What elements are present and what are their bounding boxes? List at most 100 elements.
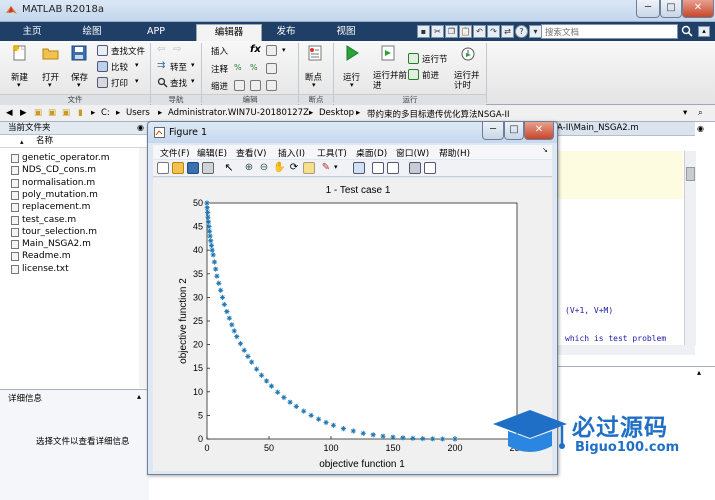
editor-file-tab[interactable]: A-II\Main_NSGA2.m: [555, 122, 695, 136]
quick-switch-icon[interactable]: ⇄: [501, 25, 514, 38]
quick-undo-icon[interactable]: ↶: [473, 25, 486, 38]
compare-button[interactable]: 比较 ▾: [97, 61, 147, 73]
data-point[interactable]: [410, 435, 416, 441]
menu-file[interactable]: 文件(F): [160, 146, 190, 159]
forward-icon[interactable]: ▶: [20, 108, 27, 118]
data-point[interactable]: [206, 224, 212, 230]
file-list-item[interactable]: Readme.m: [11, 250, 71, 262]
data-point[interactable]: [214, 273, 220, 279]
minimize-button[interactable]: ─: [636, 0, 660, 18]
menu-edit[interactable]: 编辑(E): [197, 146, 227, 159]
editor-menu-icon[interactable]: ◉: [697, 124, 704, 133]
data-point[interactable]: [420, 436, 426, 442]
tab-publish[interactable]: 发布: [260, 24, 312, 41]
new-folder-icon[interactable]: ▣: [34, 108, 42, 118]
file-list-item[interactable]: tour_selection.m: [11, 226, 97, 238]
comment-icon[interactable]: %: [234, 63, 245, 74]
quick-paste-icon[interactable]: 📋: [459, 25, 472, 38]
editor-horizontal-scrollbar[interactable]: [555, 345, 695, 355]
zoom-in-icon[interactable]: ⊕: [243, 162, 255, 174]
run-and-time-button[interactable]: 运行并计时: [454, 45, 482, 91]
data-point[interactable]: [210, 252, 216, 258]
wrap-comments-icon[interactable]: [266, 63, 277, 74]
quick-help-icon[interactable]: ?: [515, 25, 528, 38]
open-button[interactable]: 打开 ▾: [40, 45, 62, 90]
data-point[interactable]: [440, 436, 446, 442]
data-point[interactable]: [390, 434, 396, 440]
figure-close-button[interactable]: ✕: [524, 122, 554, 140]
find-button[interactable]: 查找 ▾: [157, 77, 197, 89]
brush-dropdown-icon[interactable]: ▾: [334, 162, 342, 174]
insert-dropdown-icon[interactable]: ▾: [282, 46, 286, 54]
menu-desktop[interactable]: 桌面(D): [356, 146, 387, 159]
code-line[interactable]: which is test problem: [565, 334, 666, 343]
decrease-indent-icon[interactable]: [266, 80, 277, 91]
data-point[interactable]: [213, 266, 219, 272]
data-point[interactable]: [430, 436, 436, 442]
figure-maximize-button[interactable]: □: [504, 122, 524, 140]
legend-icon[interactable]: [387, 162, 399, 174]
breadcrumb-drive[interactable]: C:: [101, 108, 110, 118]
find-files-button[interactable]: 查找文件: [97, 45, 147, 57]
menu-dock-icon[interactable]: ↘: [542, 146, 548, 154]
browse-folder-icon[interactable]: ▣: [62, 108, 70, 118]
tab-apps[interactable]: APP: [128, 24, 184, 41]
indent-button[interactable]: 缩进: [211, 80, 228, 92]
run-and-advance-button[interactable]: 运行并前进: [373, 45, 407, 91]
data-point[interactable]: [204, 205, 210, 211]
insert-button[interactable]: 插入: [211, 45, 228, 57]
increase-indent-icon[interactable]: [250, 80, 261, 91]
data-point[interactable]: [218, 287, 224, 293]
data-point[interactable]: [452, 436, 458, 442]
print-figure-icon[interactable]: [202, 162, 214, 174]
breakpoints-button[interactable]: 断点 ▾: [303, 45, 327, 90]
run-section-button[interactable]: 运行节: [408, 53, 452, 65]
figure-minimize-button[interactable]: ─: [482, 122, 504, 140]
file-list-item[interactable]: license.txt: [11, 263, 69, 275]
tab-view[interactable]: 视图: [320, 24, 372, 41]
file-list-item[interactable]: genetic_operator.m: [11, 152, 109, 164]
address-dropdown-icon[interactable]: ▾: [683, 108, 687, 118]
open-file-icon[interactable]: [172, 162, 184, 174]
show-plot-tools-icon[interactable]: [424, 162, 436, 174]
data-point[interactable]: [205, 214, 211, 220]
search-documentation-input[interactable]: [541, 24, 678, 39]
quick-save-icon[interactable]: ▪: [417, 25, 430, 38]
data-point[interactable]: [237, 341, 244, 347]
goto-button[interactable]: ⇉ 转至 ▾: [157, 61, 197, 74]
new-figure-icon[interactable]: [157, 162, 169, 174]
advance-button[interactable]: 前进: [408, 69, 452, 81]
insert-variable-icon[interactable]: [266, 45, 277, 56]
quick-redo-icon[interactable]: ↷: [487, 25, 500, 38]
back-arrow-icon[interactable]: ⇦: [157, 45, 168, 56]
file-list-item[interactable]: NDS_CD_cons.m: [11, 164, 96, 176]
colorbar-icon[interactable]: [372, 162, 384, 174]
run-button[interactable]: 运行 ▾: [339, 45, 365, 90]
new-button[interactable]: 新建 ▾: [9, 45, 31, 90]
tab-home[interactable]: 主页: [4, 24, 60, 41]
back-icon[interactable]: ◀: [6, 108, 13, 118]
edit-plot-icon[interactable]: ↖: [223, 162, 235, 174]
link-plot-icon[interactable]: [353, 162, 365, 174]
hide-plot-tools-icon[interactable]: [409, 162, 421, 174]
brush-icon[interactable]: ✎: [320, 162, 332, 174]
menu-insert[interactable]: 插入(I): [278, 146, 305, 159]
smart-indent-icon[interactable]: [234, 80, 245, 91]
panel-menu-icon[interactable]: ◉: [137, 123, 144, 132]
uncomment-icon[interactable]: %: [250, 63, 261, 74]
print-button[interactable]: 打印 ▾: [97, 77, 147, 89]
maximize-button[interactable]: □: [660, 0, 682, 18]
file-list-item[interactable]: replacement.m: [11, 201, 90, 213]
search-icon[interactable]: [681, 25, 694, 38]
breadcrumb-users[interactable]: Users: [126, 108, 150, 118]
up-folder-icon[interactable]: ▣: [48, 108, 56, 118]
save-figure-icon[interactable]: [187, 162, 199, 174]
breadcrumb-user[interactable]: Administrator.WIN7U-20180127Z: [168, 108, 309, 118]
data-cursor-icon[interactable]: [303, 162, 315, 174]
editor-vertical-scrollbar[interactable]: [684, 151, 696, 345]
zoom-out-icon[interactable]: ⊖: [258, 162, 270, 174]
quick-copy-icon[interactable]: ❐: [445, 25, 458, 38]
data-point[interactable]: [207, 233, 213, 239]
file-list-item[interactable]: normalisation.m: [11, 177, 95, 189]
tab-editor[interactable]: 编辑器: [196, 24, 262, 41]
